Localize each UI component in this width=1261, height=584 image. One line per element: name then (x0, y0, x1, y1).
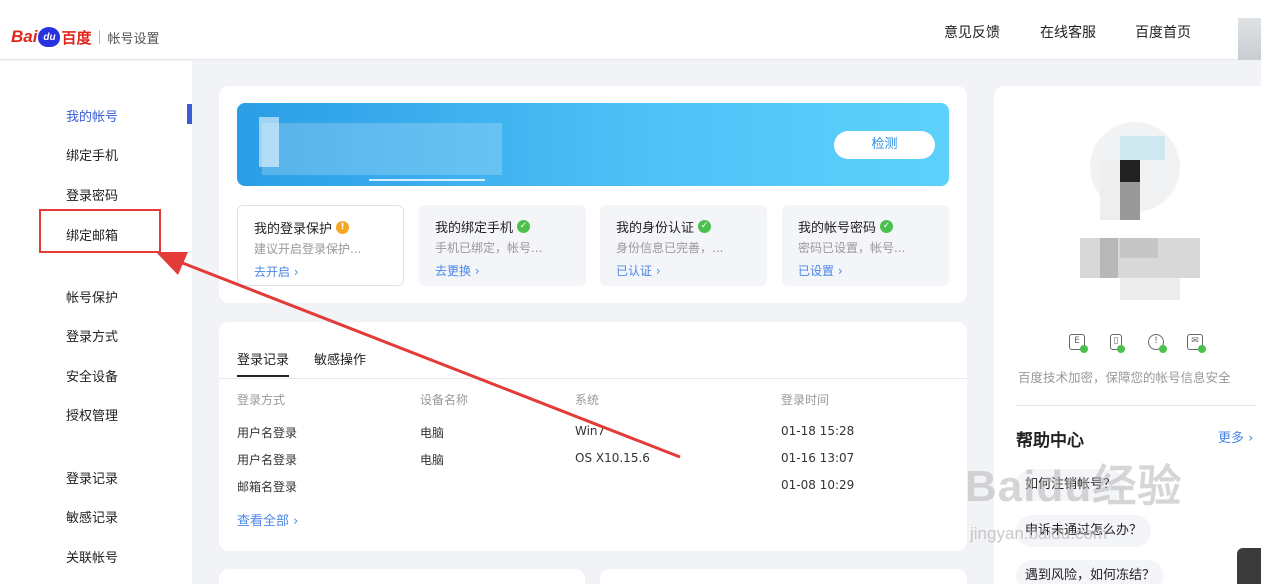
bottom-card-left (219, 569, 585, 584)
security-card-link[interactable]: 已设置 › (798, 262, 843, 279)
security-card-title-text: 我的帐号密码 (798, 221, 877, 236)
column-header-device: 设备名称 (420, 393, 469, 407)
profile-avatar-blurred (1090, 122, 1180, 230)
security-card-desc: 建议开启登录保护... (254, 242, 362, 256)
security-card-password[interactable]: 我的帐号密码 ✓ 密码已设置，帐号... 已设置 › (782, 205, 949, 286)
sidebar-item-bind-phone[interactable]: 绑定手机 (66, 145, 118, 164)
security-card-link[interactable]: 已认证 › (616, 262, 661, 279)
baidu-jingyan-watermark: Baidu经验 (965, 462, 1183, 511)
sidebar-item-my-account[interactable]: 我的帐号 (66, 106, 118, 125)
help-more-link[interactable]: 更多 › (1218, 427, 1253, 446)
logo-cn-text: 百度 (61, 28, 92, 47)
detect-button[interactable]: 检测 (834, 131, 935, 159)
phone-icon[interactable]: ▯ (1110, 334, 1125, 353)
active-tab-underline (237, 375, 289, 377)
logo-paw-icon: du (38, 27, 61, 47)
sidebar-item-linked-accounts[interactable]: 关联帐号 (66, 547, 118, 566)
column-header-login-method: 登录方式 (237, 393, 286, 407)
floating-tool-button[interactable] (1237, 548, 1261, 584)
mail-icon[interactable]: ✉ (1187, 334, 1206, 353)
watermark-url: jingyan.baidu.com (970, 524, 1108, 543)
table-cell: OS X10.15.6 (575, 451, 650, 465)
sidebar-item-authorization[interactable]: 授权管理 (66, 405, 118, 424)
security-card-title: 我的身份认证 ✓ (616, 217, 712, 236)
nav-feedback-link[interactable]: 意见反馈 (944, 22, 1000, 42)
table-cell: 01-08 10:29 (781, 478, 855, 492)
table-cell: 01-18 15:28 (781, 424, 855, 438)
logo-divider (99, 30, 101, 44)
blurred-underline (369, 179, 485, 181)
security-card-bind-phone[interactable]: 我的绑定手机 ✓ 手机已绑定，帐号... 去更换 › (419, 205, 586, 286)
security-card-title-text: 我的身份认证 (616, 221, 695, 236)
sidebar (0, 61, 192, 584)
table-cell: 用户名登录 (237, 453, 298, 467)
nav-baidu-home-link[interactable]: 百度首页 (1135, 22, 1191, 42)
security-card-title: 我的绑定手机 ✓ (435, 217, 531, 236)
tab-login-records[interactable]: 登录记录 (237, 349, 289, 368)
column-header-login-time: 登录时间 (781, 393, 830, 407)
sidebar-item-login-records[interactable]: 登录记录 (66, 468, 118, 487)
security-card-title: 我的帐号密码 ✓ (798, 217, 894, 236)
sidebar-item-account-protection[interactable]: 帐号保护 (66, 287, 118, 306)
profile-divider (1016, 405, 1256, 406)
sidebar-item-sensitive-records[interactable]: 敏感记录 (66, 507, 118, 526)
view-all-link[interactable]: 查看全部 › (237, 510, 298, 529)
tab-divider (219, 378, 967, 379)
security-card-login-protection[interactable]: 我的登录保护! 建议开启登录保护... 去开启 › (237, 205, 404, 286)
check-icon: ✓ (880, 220, 894, 233)
table-cell: 电脑 (420, 453, 445, 467)
encryption-notice: 百度技术加密，保障您的帐号信息安全 (1018, 370, 1231, 385)
table-cell: Win7 (575, 424, 606, 438)
security-card-desc: 密码已设置，帐号... (798, 241, 906, 255)
bottom-card-right (600, 569, 967, 584)
warning-icon: ! (336, 221, 350, 234)
sidebar-item-login-password[interactable]: 登录密码 (66, 185, 118, 204)
security-card-link[interactable]: 去更换 › (435, 262, 480, 279)
check-icon: ✓ (517, 220, 531, 233)
annotation-highlight-box (39, 209, 161, 253)
table-cell: 邮箱名登录 (237, 480, 298, 494)
table-cell: 用户名登录 (237, 426, 298, 440)
column-header-system: 系统 (575, 393, 600, 407)
shield-icon[interactable]: ! (1148, 334, 1167, 353)
help-center-title: 帮助中心 (1016, 431, 1084, 451)
tab-sensitive-ops[interactable]: 敏感操作 (314, 349, 366, 368)
security-card-desc: 手机已绑定，帐号... (435, 241, 543, 255)
nav-online-service-link[interactable]: 在线客服 (1040, 22, 1096, 42)
sidebar-item-security-device[interactable]: 安全设备 (66, 366, 118, 385)
security-card-link[interactable]: 去开启 › (254, 263, 299, 280)
table-cell: 电脑 (420, 426, 445, 440)
help-question-item[interactable]: 遇到风险，如何冻结？ (1016, 560, 1165, 584)
active-indicator (187, 104, 192, 124)
security-card-title-text: 我的绑定手机 (435, 221, 514, 236)
id-card-icon[interactable]: E (1069, 334, 1088, 353)
top-header: Bai du 百度 帐号设置 意见反馈 在线客服 百度首页 (0, 0, 1261, 60)
baidu-logo[interactable]: Bai du 百度 帐号设置 (11, 24, 160, 50)
security-card-title-text: 我的登录保护 (254, 222, 333, 237)
check-icon: ✓ (698, 220, 712, 233)
security-card-title: 我的登录保护! (254, 218, 350, 237)
security-card-desc: 身份信息已完善，... (616, 241, 724, 255)
sidebar-item-login-method[interactable]: 登录方式 (66, 326, 118, 345)
security-card-identity[interactable]: 我的身份认证 ✓ 身份信息已完善，... 已认证 › (600, 205, 767, 286)
table-cell: 01-16 13:07 (781, 451, 855, 465)
blurred-username (262, 123, 502, 175)
user-avatar[interactable] (1238, 18, 1261, 60)
page-subtitle: 帐号设置 (107, 31, 160, 47)
logo-bai-text: Bai (11, 27, 38, 46)
